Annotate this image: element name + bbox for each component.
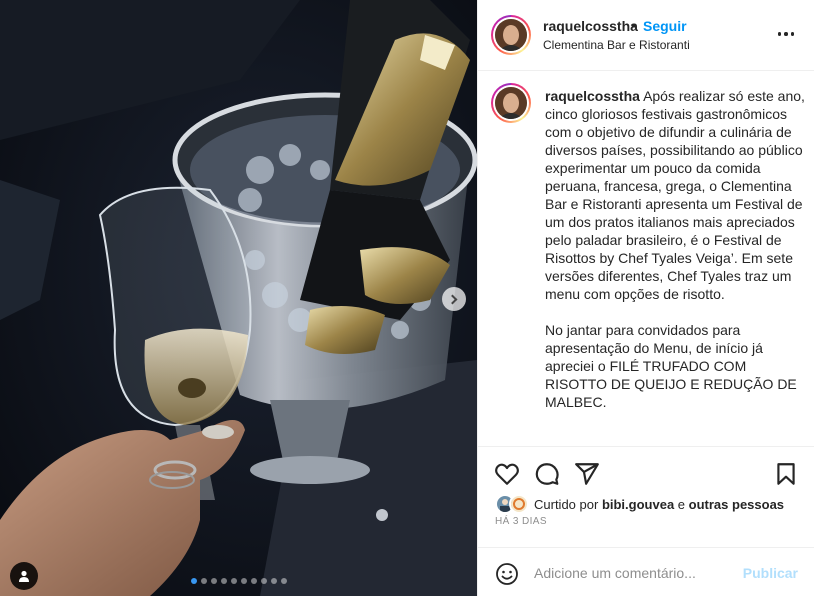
carousel-indicator [191, 578, 287, 584]
carousel-dot [251, 578, 257, 584]
publish-button[interactable]: Publicar [743, 565, 798, 581]
chevron-right-icon [447, 294, 458, 304]
liker-avatar[interactable] [509, 494, 529, 514]
carousel-dot [221, 578, 227, 584]
post-photo [0, 0, 477, 596]
follow-button[interactable]: Seguir [643, 18, 687, 34]
post-media[interactable] [0, 0, 477, 596]
user-tags-button[interactable] [10, 562, 38, 590]
comment-bar: Publicar [478, 547, 814, 596]
post-timestamp[interactable]: HÁ 3 DIAS [495, 516, 547, 527]
emoji-icon[interactable] [495, 562, 519, 586]
caption-paragraph-1: Após realizar só este ano, cinco glorios… [545, 88, 809, 302]
likes-connector: e [677, 496, 686, 512]
carousel-dot [241, 578, 247, 584]
comment-input[interactable] [534, 562, 734, 584]
comment-icon[interactable] [534, 461, 560, 487]
caption-text: raquelcosstha Após realizar só este ano,… [545, 87, 807, 411]
post-location[interactable]: Clementina Bar e Ristoranti [543, 38, 690, 52]
caption-section[interactable]: raquelcosstha Após realizar só este ano,… [478, 72, 814, 446]
likes-summary: Curtido por bibi.gouvea e outras pessoas [495, 494, 784, 514]
likes-prefix: Curtido por [534, 496, 599, 512]
header-separator: • [631, 17, 636, 33]
carousel-dot [211, 578, 217, 584]
user-tag-icon [19, 570, 29, 582]
caption-username[interactable]: raquelcosstha [545, 88, 640, 104]
more-options-icon[interactable] [777, 32, 794, 36]
post-details-panel: raquelcosstha • Seguir Clementina Bar e … [477, 0, 814, 596]
share-icon[interactable] [574, 461, 600, 487]
caption-paragraph-2: No jantar para convidados para apresenta… [545, 322, 801, 410]
carousel-dot [231, 578, 237, 584]
carousel-next-button[interactable] [442, 287, 466, 311]
post-author-username[interactable]: raquelcosstha [543, 18, 638, 34]
post-header: raquelcosstha • Seguir Clementina Bar e … [478, 0, 814, 71]
bookmark-icon[interactable] [773, 461, 799, 487]
carousel-dot [201, 578, 207, 584]
liker-username[interactable]: bibi.gouvea [602, 497, 674, 512]
caption-avatar[interactable] [491, 83, 531, 123]
carousel-dot [271, 578, 277, 584]
avatar[interactable] [491, 15, 531, 55]
likes-others-link[interactable]: outras pessoas [689, 497, 784, 512]
carousel-dot [261, 578, 267, 584]
action-bar [478, 446, 814, 492]
heart-icon[interactable] [494, 461, 520, 487]
carousel-dot [191, 578, 197, 584]
carousel-dot [281, 578, 287, 584]
